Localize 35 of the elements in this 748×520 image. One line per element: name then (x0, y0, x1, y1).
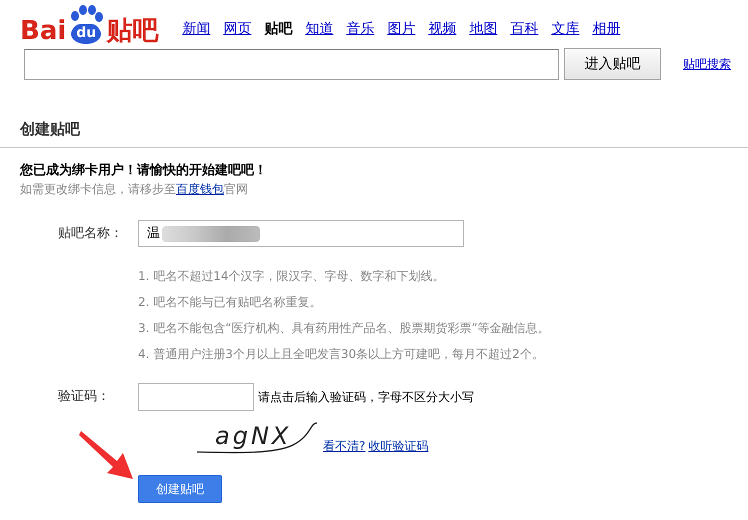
nav-link[interactable]: 图片 (387, 19, 416, 40)
search-field[interactable] (24, 48, 559, 80)
rule-text: 1. 吧名不超过14个汉字，限汉字、字母、数字和下划线。 (138, 268, 446, 285)
nav-link[interactable]: 知道 (305, 19, 334, 40)
logo-text: Bai (20, 18, 66, 44)
nav-link[interactable]: 视频 (428, 19, 456, 40)
create-button[interactable]: 创建贴吧 (138, 475, 222, 503)
rule-text: 2. 吧名不能与已有贴吧名称重复。 (138, 294, 322, 311)
nav-link[interactable]: 文库 (551, 19, 580, 40)
wallet-link[interactable]: 百度钱包 (176, 182, 224, 196)
arrow-annotation (79, 429, 135, 481)
section-title: 创建贴吧 (0, 80, 748, 148)
captcha-field[interactable] (138, 383, 254, 411)
captcha-hint: 请点击后输入验证码，字母不区分大小写 (258, 389, 474, 406)
nav-link[interactable]: 新闻 (182, 19, 210, 40)
nav-link[interactable]: 网页 (223, 19, 252, 40)
nav-link[interactable]: 音乐 (346, 19, 374, 40)
notice-text: 如需更改绑卡信息，请移步至百度钱包官网 (20, 181, 249, 198)
field-value: 温 (147, 224, 160, 243)
field-label: 验证码： (57, 388, 111, 406)
name-field[interactable]: 温 (138, 220, 464, 247)
rule-text: 3. 吧名不能包含“医疗机构、具有药用性产品名、股票期货彩票”等金融信息。 (138, 320, 551, 337)
field-label: 贴吧名称： (57, 224, 124, 243)
notice-headline: 您已成为绑卡用户！请愉快的开始建吧吧！ (20, 162, 268, 180)
captcha-link[interactable]: 收听验证码 (368, 437, 428, 455)
nav-link[interactable]: 相册 (592, 19, 620, 40)
enter-button[interactable]: 进入贴吧 (564, 48, 661, 80)
nav-link[interactable]: 贴吧 (264, 19, 292, 40)
captcha-image[interactable]: agNX (195, 419, 320, 455)
nav-link[interactable]: 地图 (469, 19, 498, 40)
nav-link[interactable]: 百科 (510, 19, 538, 40)
rule-text: 4. 普通用户注册3个月以上且全吧发言30条以上方可建吧，每月不超过2个。 (138, 346, 545, 363)
logo-text: 贴吧 (106, 18, 158, 44)
captcha-link[interactable]: 看不清? (323, 437, 366, 455)
search-link[interactable]: 贴吧搜索 (683, 55, 731, 73)
